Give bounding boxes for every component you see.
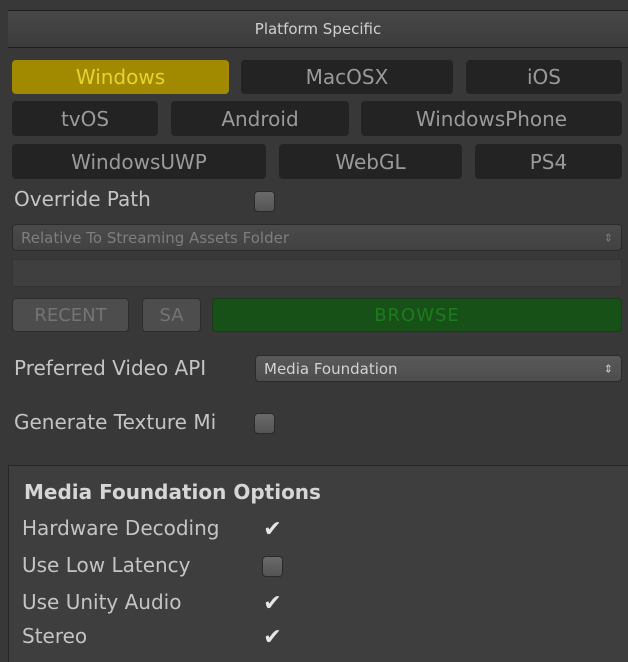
hardware-decoding-checkbox[interactable]: ✔ bbox=[262, 517, 283, 542]
path-location-dropdown[interactable]: Relative To Streaming Assets Folder ⇕ bbox=[12, 224, 622, 251]
checkmark-icon: ✔ bbox=[263, 625, 282, 650]
unity-audio-checkbox[interactable]: ✔ bbox=[262, 591, 283, 616]
hardware-decoding-label: Hardware Decoding bbox=[22, 516, 220, 540]
platform-tab-windowsphone[interactable]: WindowsPhone bbox=[361, 101, 622, 136]
override-path-checkbox[interactable] bbox=[254, 191, 275, 212]
video-api-value: Media Foundation bbox=[264, 359, 398, 378]
platform-specific-header: Platform Specific bbox=[8, 10, 628, 48]
stereo-label: Stereo bbox=[22, 624, 88, 648]
platform-tab-tvos[interactable]: tvOS bbox=[12, 101, 158, 136]
platform-tab-windows[interactable]: Windows bbox=[12, 60, 229, 94]
options-title: Media Foundation Options bbox=[24, 480, 321, 504]
dropdown-arrow-icon: ⇕ bbox=[603, 231, 613, 244]
video-api-label: Preferred Video API bbox=[14, 356, 207, 380]
unity-audio-label: Use Unity Audio bbox=[22, 590, 182, 614]
stereo-checkbox[interactable]: ✔ bbox=[262, 625, 283, 650]
low-latency-checkbox[interactable] bbox=[262, 556, 283, 577]
generate-mips-label: Generate Texture Mi bbox=[14, 410, 217, 434]
platform-tab-android[interactable]: Android bbox=[171, 101, 349, 136]
path-input[interactable] bbox=[12, 259, 622, 287]
generate-mips-checkbox[interactable] bbox=[254, 413, 275, 434]
checkmark-icon: ✔ bbox=[263, 591, 282, 616]
platform-tab-windowsuwp[interactable]: WindowsUWP bbox=[12, 144, 266, 179]
low-latency-label: Use Low Latency bbox=[22, 553, 191, 577]
sa-button[interactable]: SA bbox=[142, 298, 201, 332]
checkmark-icon: ✔ bbox=[263, 517, 282, 542]
platform-tab-webgl[interactable]: WebGL bbox=[279, 144, 462, 179]
dropdown-arrow-icon: ⇕ bbox=[603, 362, 613, 375]
header-title: Platform Specific bbox=[254, 20, 382, 38]
override-path-label: Override Path bbox=[14, 187, 151, 211]
browse-button[interactable]: BROWSE bbox=[212, 298, 622, 332]
path-location-value: Relative To Streaming Assets Folder bbox=[21, 228, 289, 247]
platform-tab-ps4[interactable]: PS4 bbox=[475, 144, 622, 179]
recent-button[interactable]: RECENT bbox=[12, 298, 129, 332]
platform-tab-macosx[interactable]: MacOSX bbox=[241, 60, 453, 94]
platform-tab-ios[interactable]: iOS bbox=[466, 60, 622, 94]
video-api-dropdown[interactable]: Media Foundation ⇕ bbox=[255, 355, 622, 382]
